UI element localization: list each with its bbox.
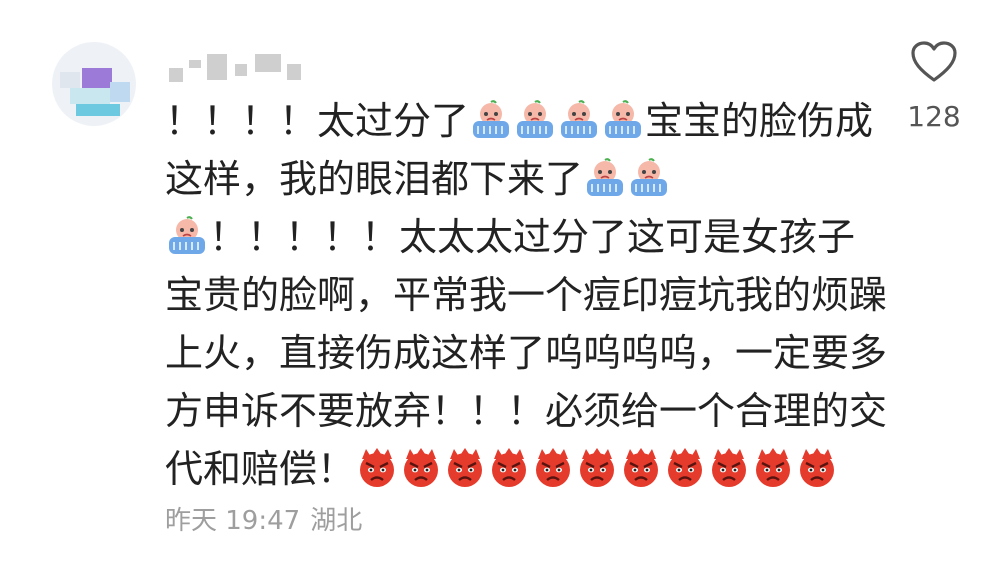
comment-time: 昨天 19:47 [165, 506, 301, 536]
crying-face-emoji [628, 157, 670, 199]
comment-line: 这样，我的眼泪都下来了 [165, 150, 875, 208]
comment-text-segment: 这样，我的眼泪都下来了 [165, 157, 584, 201]
angry-face-emoji [444, 447, 486, 489]
crying-face-emoji [602, 99, 644, 141]
crying-face-emoji [558, 99, 600, 141]
comment-text-segment: 上火，直接伤成这样了呜呜呜呜，一定要多 [165, 331, 888, 375]
comment-text: ！！！！太过分了 宝宝的脸伤成这样，我的眼泪都下来了 ！！！！！太太太过分了这可是女… [165, 92, 887, 498]
comment-meta: 昨天 19:47 湖北 [165, 500, 372, 537]
angry-face-emoji [620, 447, 662, 489]
like-count: 128 [907, 100, 961, 133]
comment-line: 方申诉不要放弃！！！必须给一个合理的交 [165, 382, 887, 440]
angry-face-emoji [708, 447, 750, 489]
crying-face-emoji [584, 157, 626, 199]
comment-location: 湖北 [310, 506, 363, 536]
comment-line: ！！！！太过分了 宝宝的脸伤成 [165, 92, 875, 150]
crying-face-emoji [166, 215, 208, 257]
angry-face-emoji [356, 447, 398, 489]
comment-line: ！！！！！太太太过分了这可是女孩子 [165, 208, 875, 266]
crying-face-emoji [514, 99, 556, 141]
angry-face-emoji [752, 447, 794, 489]
comment-line: 上火，直接伤成这样了呜呜呜呜，一定要多 [165, 324, 887, 382]
comment-text-segment: ！！！！！太太太过分了这可是女孩子 [209, 215, 856, 259]
comment-text-segment: 方申诉不要放弃！！！必须给一个合理的交 [165, 389, 888, 433]
like-button[interactable] [902, 40, 966, 100]
comment-line: 代和赔偿！ [165, 440, 875, 498]
avatar[interactable] [52, 42, 136, 126]
comment-line: 宝贵的脸啊，平常我一个痘印痘坑我的烦躁 [165, 266, 887, 324]
comment-text-segment: 宝宝的脸伤成 [645, 99, 874, 143]
comment-text-segment: ！！！！太过分了 [165, 99, 470, 143]
angry-face-emoji [488, 447, 530, 489]
angry-face-emoji [796, 447, 838, 489]
heart-outline-icon [911, 41, 957, 82]
angry-face-emoji [532, 447, 574, 489]
angry-face-emoji [664, 447, 706, 489]
comment-text-segment: 代和赔偿！ [165, 447, 356, 491]
crying-face-emoji [470, 99, 512, 141]
username-blurred[interactable] [165, 50, 315, 90]
angry-face-emoji [400, 447, 442, 489]
angry-face-emoji [576, 447, 618, 489]
comment-text-segment: 宝贵的脸啊，平常我一个痘印痘坑我的烦躁 [165, 273, 888, 317]
